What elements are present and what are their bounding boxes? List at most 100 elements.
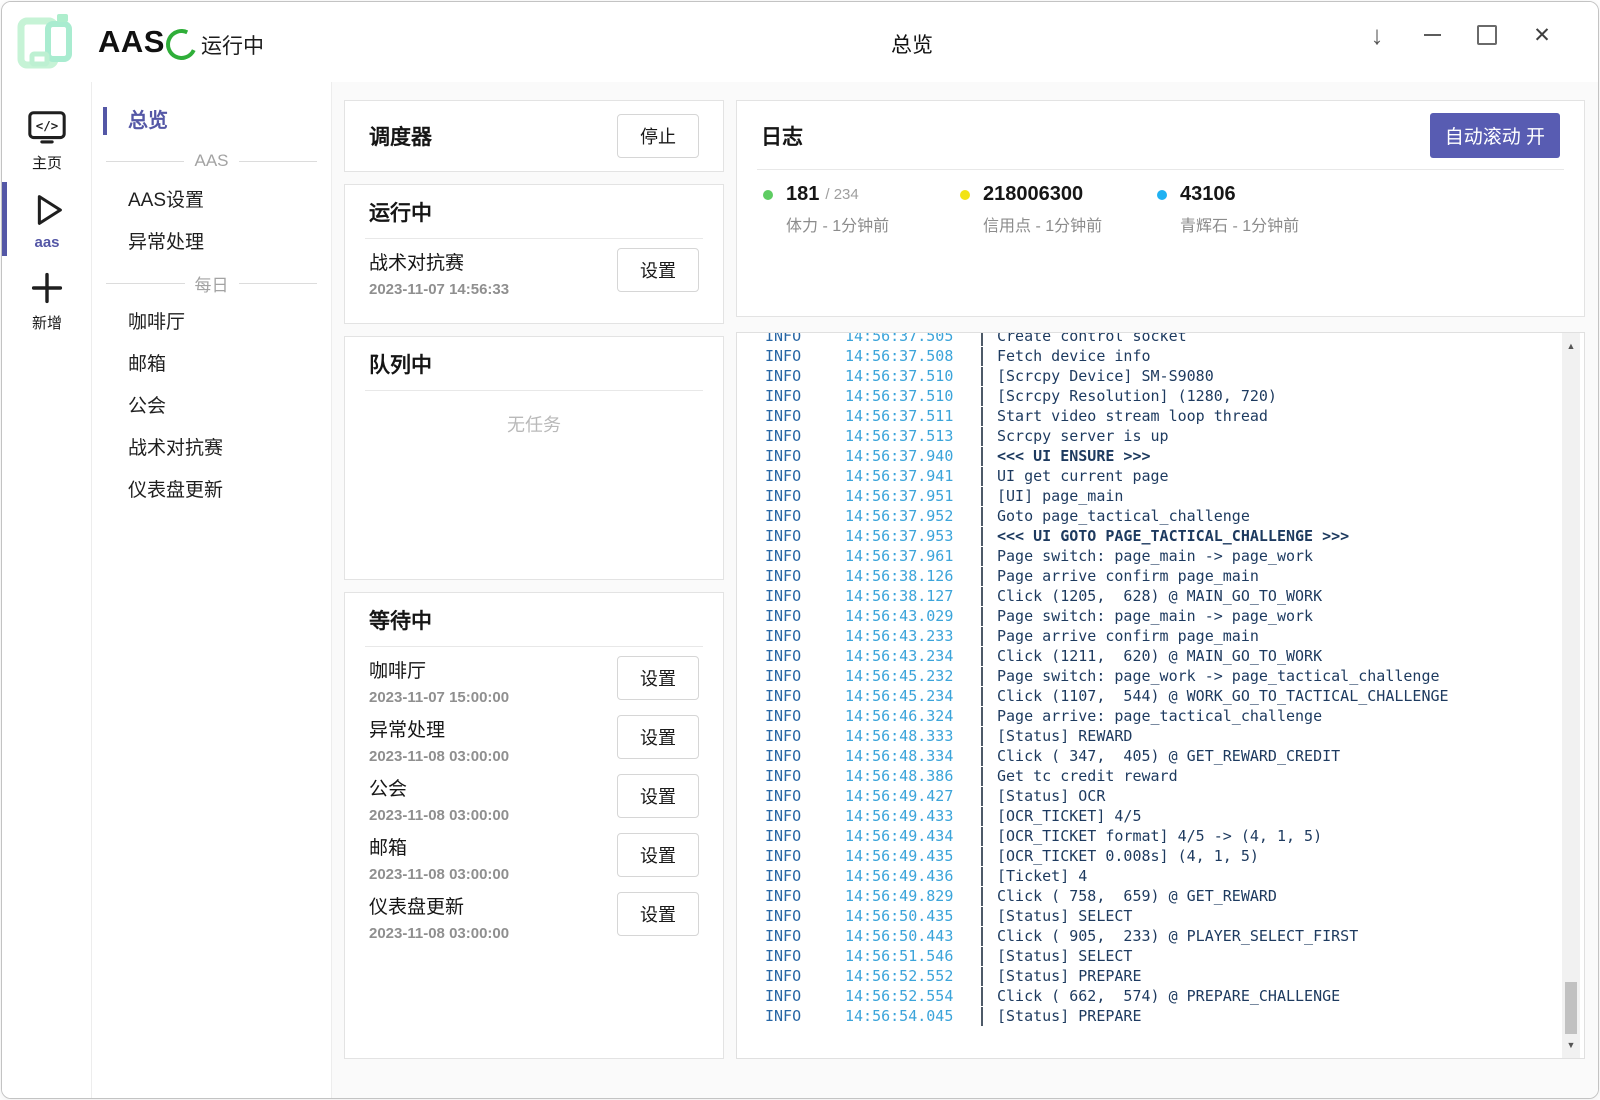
log-level: INFO bbox=[765, 827, 845, 845]
menu-item-overview[interactable]: 总览 bbox=[92, 100, 331, 142]
rail-item-label: aas bbox=[2, 234, 92, 251]
task-settings-button[interactable]: 设置 bbox=[617, 774, 699, 818]
log-time: 14:56:37.952 bbox=[845, 507, 967, 525]
maximize-icon bbox=[1477, 25, 1497, 45]
log-line: INFO14:56:37.941UI get current page bbox=[737, 466, 1584, 486]
task-settings-button[interactable]: 设置 bbox=[617, 656, 699, 700]
task-time: 2023-11-08 03:00:00 bbox=[369, 866, 509, 883]
app-window: AAS 运行中 总览 ↓ ✕ </>主页aas新增 总览AASAAS设置异常处理… bbox=[1, 1, 1599, 1099]
log-message: Start video stream loop thread bbox=[997, 407, 1268, 425]
log-line: INFO14:56:49.436[Ticket] 4 bbox=[737, 866, 1584, 886]
queue-panel: 队列中 无任务 bbox=[344, 336, 724, 580]
log-column-separator bbox=[981, 987, 983, 1006]
task-info: 异常处理 2023-11-08 03:00:00 bbox=[369, 715, 509, 765]
log-level: INFO bbox=[765, 427, 845, 445]
menu-item-dashboard-update[interactable]: 仪表盘更新 bbox=[92, 470, 331, 512]
task-time: 2023-11-08 03:00:00 bbox=[369, 748, 509, 765]
log-output[interactable]: INFO14:56:37.505Create control socketINF… bbox=[736, 332, 1585, 1059]
queue-empty-text: 无任务 bbox=[345, 411, 723, 437]
play-icon bbox=[2, 189, 92, 231]
log-message: Page arrive: page_tactical_challenge bbox=[997, 707, 1322, 725]
log-line: INFO14:56:38.126Page arrive confirm page… bbox=[737, 566, 1584, 586]
app-logo-icon bbox=[10, 9, 82, 75]
log-message: Click ( 905, 233) @ PLAYER_SELECT_FIRST bbox=[997, 927, 1358, 945]
log-level: INFO bbox=[765, 587, 845, 605]
close-button[interactable]: ✕ bbox=[1520, 13, 1564, 57]
task-settings-button[interactable]: 设置 bbox=[617, 715, 699, 759]
log-level: INFO bbox=[765, 807, 845, 825]
log-line: INFO14:56:49.434[OCR_TICKET format] 4/5 … bbox=[737, 826, 1584, 846]
scroll-up-icon[interactable]: ▲ bbox=[1562, 341, 1580, 351]
stop-button[interactable]: 停止 bbox=[617, 114, 699, 158]
rail-item-home[interactable]: </> 主页 bbox=[2, 98, 92, 180]
scrollbar-thumb[interactable] bbox=[1565, 982, 1577, 1034]
menu-item-mailbox[interactable]: 邮箱 bbox=[92, 344, 331, 386]
waiting-task-row: 仪表盘更新2023-11-08 03:00:00 设置 bbox=[345, 883, 723, 942]
menu-item-exception-handling[interactable]: 异常处理 bbox=[92, 222, 331, 264]
rail-item-label: 主页 bbox=[2, 152, 92, 173]
log-column-separator bbox=[981, 567, 983, 586]
autoscroll-toggle-button[interactable]: 自动滚动 开 bbox=[1430, 113, 1560, 158]
log-line: INFO14:56:49.829Click ( 758, 659) @ GET_… bbox=[737, 886, 1584, 906]
log-time: 14:56:37.951 bbox=[845, 487, 967, 505]
minimize-button[interactable] bbox=[1410, 13, 1454, 57]
log-time: 14:56:50.443 bbox=[845, 927, 967, 945]
log-message: Click (1107, 544) @ WORK_GO_TO_TACTICAL_… bbox=[997, 687, 1449, 705]
task-settings-button[interactable]: 设置 bbox=[617, 833, 699, 877]
task-info: 公会2023-11-08 03:00:00 bbox=[369, 774, 509, 824]
log-line: INFO14:56:43.233Page arrive confirm page… bbox=[737, 626, 1584, 646]
rail-item-label: 新增 bbox=[2, 312, 92, 333]
menu-item-guild[interactable]: 公会 bbox=[92, 386, 331, 428]
log-time: 14:56:37.505 bbox=[845, 332, 967, 345]
log-level: INFO bbox=[765, 727, 845, 745]
log-column-separator bbox=[981, 847, 983, 866]
svg-text:</>: </> bbox=[36, 118, 58, 133]
running-panel: 运行中 战术对抗赛 2023-11-07 14:56:33 设置 bbox=[344, 184, 724, 324]
log-column-separator bbox=[981, 387, 983, 406]
scroll-down-icon[interactable]: ▼ bbox=[1562, 1040, 1580, 1050]
log-column-separator bbox=[981, 367, 983, 386]
menu-item-aas-settings[interactable]: AAS设置 bbox=[92, 180, 331, 222]
log-message: Page switch: page_work -> page_tactical_… bbox=[997, 667, 1440, 685]
log-panel: 日志 自动滚动 开 181/ 234体力 - 1分钟前218006300信用点 … bbox=[736, 100, 1585, 317]
log-line: INFO14:56:43.029Page switch: page_main -… bbox=[737, 606, 1584, 626]
rail-item-new[interactable]: 新增 bbox=[2, 258, 92, 340]
stat-value: 218006300 bbox=[983, 183, 1083, 206]
log-line: INFO14:56:43.234Click (1211, 620) @ MAIN… bbox=[737, 646, 1584, 666]
log-column-separator bbox=[981, 907, 983, 926]
log-line: INFO14:56:48.334Click ( 347, 405) @ GET_… bbox=[737, 746, 1584, 766]
log-line: INFO14:56:54.045[Status] PREPARE bbox=[737, 1006, 1584, 1026]
log-scrollbar[interactable]: ▲ ▼ bbox=[1562, 333, 1580, 1058]
task-info: 仪表盘更新2023-11-08 03:00:00 bbox=[369, 892, 509, 942]
divider-line bbox=[106, 161, 184, 162]
log-message: [Status] OCR bbox=[997, 787, 1105, 805]
page-title: 总览 bbox=[832, 29, 992, 59]
log-time: 14:56:46.324 bbox=[845, 707, 967, 725]
stat-value-row: 218006300 bbox=[960, 183, 1157, 206]
task-name: 异常处理 bbox=[369, 715, 509, 742]
log-column-separator bbox=[981, 947, 983, 966]
log-time: 14:56:49.433 bbox=[845, 807, 967, 825]
log-message: [UI] page_main bbox=[997, 487, 1123, 505]
log-line: INFO14:56:37.952Goto page_tactical_chall… bbox=[737, 506, 1584, 526]
scheduler-title: 调度器 bbox=[369, 121, 432, 151]
running-status-text: 运行中 bbox=[201, 30, 264, 60]
log-level: INFO bbox=[765, 987, 845, 1005]
log-column-separator bbox=[981, 647, 983, 666]
menu-item-tactical-challenge[interactable]: 战术对抗赛 bbox=[92, 428, 331, 470]
download-button[interactable]: ↓ bbox=[1355, 13, 1399, 57]
code-monitor-icon: </> bbox=[2, 107, 92, 149]
task-settings-button[interactable]: 设置 bbox=[617, 892, 699, 936]
rail-item-aas[interactable]: aas bbox=[2, 180, 92, 258]
log-column-separator bbox=[981, 1007, 983, 1026]
maximize-button[interactable] bbox=[1465, 13, 1509, 57]
stat-dot-icon bbox=[1157, 190, 1167, 200]
log-level: INFO bbox=[765, 667, 845, 685]
log-column-separator bbox=[981, 767, 983, 786]
running-settings-button[interactable]: 设置 bbox=[617, 248, 699, 292]
log-time: 14:56:49.427 bbox=[845, 787, 967, 805]
log-level: INFO bbox=[765, 1007, 845, 1025]
menu-item-coffee-shop[interactable]: 咖啡厅 bbox=[92, 302, 331, 344]
log-level: INFO bbox=[765, 567, 845, 585]
log-level: INFO bbox=[765, 747, 845, 765]
